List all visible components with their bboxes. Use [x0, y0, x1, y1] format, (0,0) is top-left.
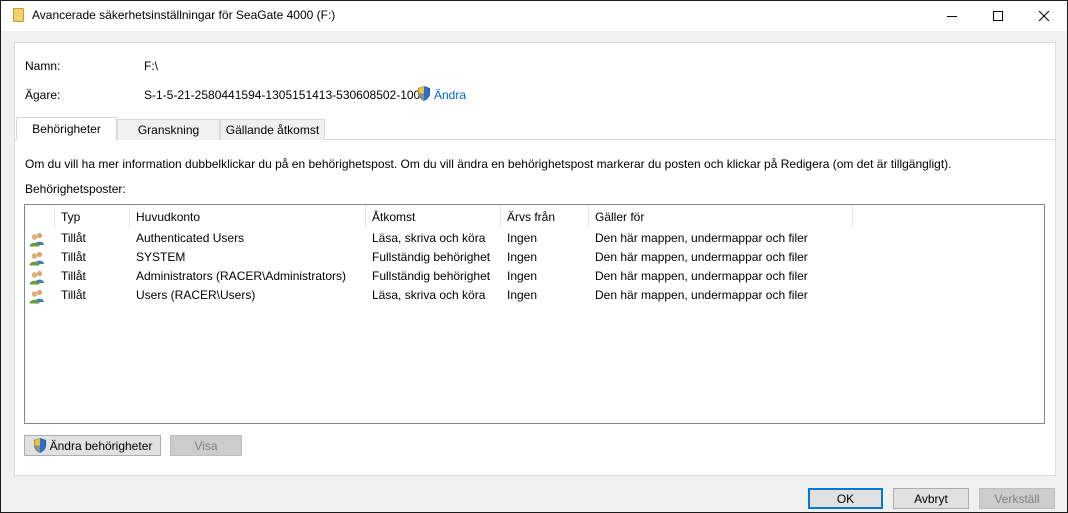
user-group-icon [29, 251, 44, 266]
maximize-button[interactable] [975, 1, 1021, 31]
column-header-inherited-from[interactable]: Ärvs från [501, 205, 589, 228]
info-text: Om du vill ha mer information dubbelklic… [25, 157, 952, 171]
title-bar[interactable]: Avancerade säkerhetsinställningar för Se… [1, 1, 1067, 31]
cell-principal: Administrators (RACER\Administrators) [136, 269, 347, 283]
permission-entries-label: Behörighetsposter: [25, 182, 126, 196]
cell-access: Läsa, skriva och köra [372, 231, 486, 245]
column-header-principal[interactable]: Huvudkonto [130, 205, 366, 228]
cell-applies-to: Den här mappen, undermappar och filer [595, 250, 808, 264]
cell-applies-to: Den här mappen, undermappar och filer [595, 288, 808, 302]
tab-effective-access[interactable]: Gällande åtkomst [220, 119, 325, 140]
maximize-icon [993, 11, 1003, 21]
uac-shield-icon [33, 438, 46, 453]
owner-value: S-1-5-21-2580441594-1305151413-530608502… [144, 88, 427, 102]
cell-type: Tillåt [61, 269, 86, 283]
tab-permissions[interactable]: Behörigheter [16, 117, 117, 140]
cell-applies-to: Den här mappen, undermappar och filer [595, 231, 808, 245]
cell-type: Tillåt [61, 250, 86, 264]
change-permissions-label: Ändra behörigheter [49, 438, 153, 453]
cell-type: Tillåt [61, 231, 86, 245]
cell-access: Fullständig behörighet [372, 250, 491, 264]
cell-access: Läsa, skriva och köra [372, 288, 486, 302]
user-group-icon [29, 289, 44, 304]
change-owner-link[interactable]: Ändra [434, 88, 466, 102]
close-button[interactable] [1021, 1, 1067, 31]
column-header-access[interactable]: Åtkomst [366, 205, 501, 228]
window-title: Avancerade säkerhetsinställningar för Se… [32, 8, 336, 22]
ok-button[interactable]: OK [808, 488, 883, 509]
cell-inherited-from: Ingen [507, 231, 538, 245]
column-header-applies-to[interactable]: Gäller för [589, 205, 853, 228]
folder-icon [13, 8, 24, 22]
column-header-type[interactable]: Typ [55, 205, 130, 228]
table-row[interactable]: Tillåt Authenticated Users Läsa, skriva … [25, 229, 1044, 248]
content-panel: Namn: F:\ Ägare: S-1-5-21-2580441594-130… [14, 42, 1056, 476]
minimize-icon [947, 16, 957, 17]
tab-auditing[interactable]: Granskning [117, 119, 220, 140]
table-row[interactable]: Tillåt Administrators (RACER\Administrat… [25, 267, 1044, 286]
name-value: F:\ [144, 59, 158, 73]
cell-applies-to: Den här mappen, undermappar och filer [595, 269, 808, 283]
cell-principal: SYSTEM [136, 250, 186, 264]
table-row[interactable]: Tillåt Users (RACER\Users) Läsa, skriva … [25, 286, 1044, 305]
cell-inherited-from: Ingen [507, 288, 538, 302]
cancel-button[interactable]: Avbryt [893, 488, 969, 509]
cell-principal: Authenticated Users [136, 231, 245, 245]
table-row[interactable]: Tillåt SYSTEM Fullständig behörighet Ing… [25, 248, 1044, 267]
change-permissions-button[interactable]: Ändra behörigheter [24, 435, 161, 456]
owner-label: Ägare: [25, 88, 61, 102]
close-icon [1039, 11, 1049, 21]
user-group-icon [29, 232, 44, 247]
security-dialog-window: Avancerade säkerhetsinställningar för Se… [0, 0, 1068, 513]
cell-inherited-from: Ingen [507, 250, 538, 264]
name-label: Namn: [25, 59, 61, 73]
uac-shield-icon [418, 86, 430, 101]
column-header-icon[interactable] [25, 205, 55, 228]
view-button[interactable]: Visa [170, 435, 242, 456]
cell-principal: Users (RACER\Users) [136, 288, 256, 302]
user-group-icon [29, 270, 44, 285]
permission-entries-list[interactable]: Typ Huvudkonto Åtkomst Ärvs från Gäller … [24, 204, 1045, 424]
apply-button[interactable]: Verkställ [979, 488, 1055, 509]
cell-access: Fullständig behörighet [372, 269, 491, 283]
cell-type: Tillåt [61, 288, 86, 302]
cell-inherited-from: Ingen [507, 269, 538, 283]
minimize-button[interactable] [929, 1, 975, 31]
